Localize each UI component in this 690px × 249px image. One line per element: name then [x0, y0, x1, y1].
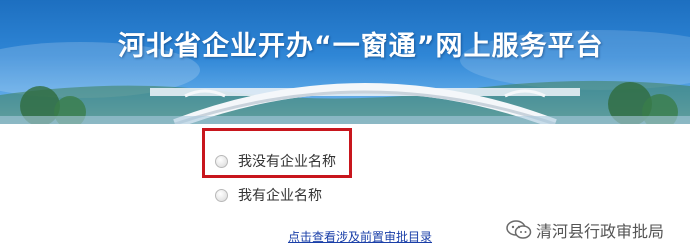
wechat-icon: [506, 220, 532, 239]
watermark: 清河县行政审批局: [506, 218, 664, 242]
banner-title: 河北省企业开办“一窗通”网上服务平台: [118, 31, 604, 62]
option-label[interactable]: 我没有企业名称: [238, 151, 336, 171]
header-banner: 河北省企业开办“一窗通”网上服务平台: [0, 0, 690, 124]
radio-button-icon[interactable]: [215, 188, 228, 202]
option-label[interactable]: 我有企业名称: [238, 185, 322, 205]
watermark-text: 清河县行政审批局: [536, 222, 665, 241]
option-has-company-name[interactable]: 我有企业名称: [215, 185, 322, 205]
pre-approval-catalog-link[interactable]: 点击查看涉及前置审批目录: [288, 228, 432, 245]
radio-button-icon[interactable]: [215, 154, 228, 168]
option-no-company-name[interactable]: 我没有企业名称: [215, 151, 336, 171]
